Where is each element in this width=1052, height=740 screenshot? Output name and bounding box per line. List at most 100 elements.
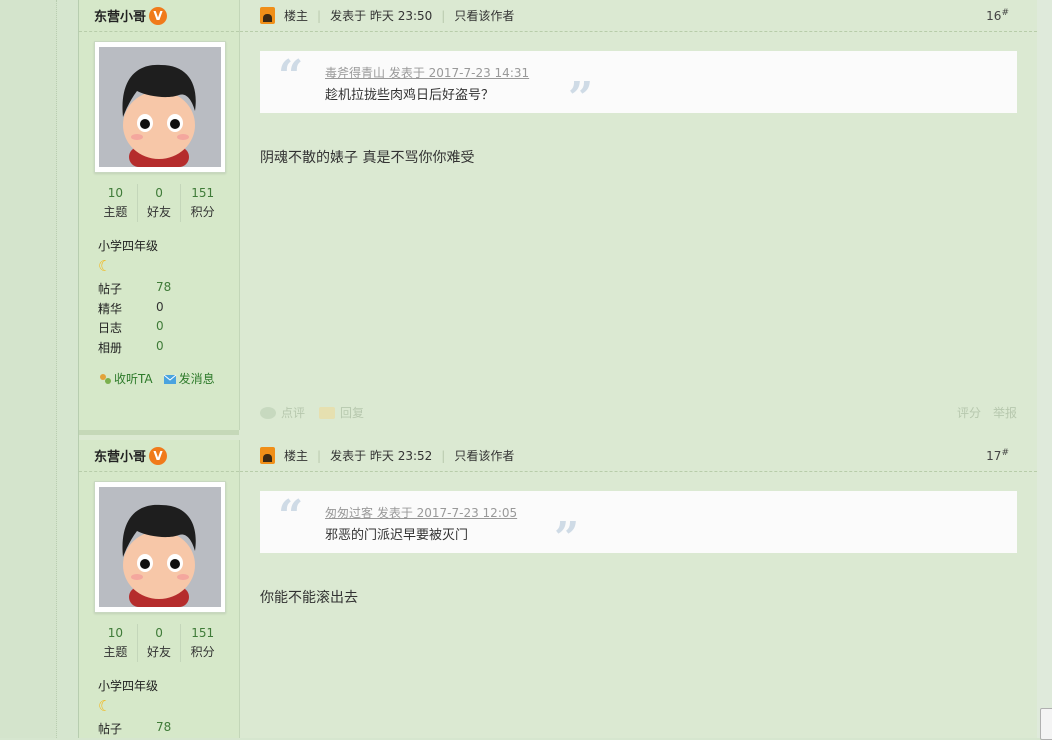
report-button[interactable]: 举报 (993, 404, 1017, 421)
user-level[interactable]: 小学四年级 (98, 237, 158, 254)
author-actions: 收听TA 发消息 (98, 370, 215, 387)
stat-threads[interactable]: 10 主题 (94, 624, 137, 662)
page-right-margin (1037, 0, 1052, 738)
count-value[interactable]: 0 (156, 319, 164, 339)
stat-friends-num: 0 (155, 626, 163, 640)
post-content: 楼主 | 发表于 昨天 23:52 | 只看该作者 17# “ 匆匆过客 发表于… (240, 440, 1037, 738)
post-body: 你能不能滚出去 (260, 590, 358, 606)
author-counts: 帖子 78 精华 0 日志 0 相册 0 (98, 280, 171, 358)
quote-block: “ 匆匆过客 发表于 2017-7-23 12:05 邪恶的门派迟早要被灭门 ” (260, 491, 1017, 561)
reply-icon (319, 406, 336, 419)
vip-icon[interactable]: V (149, 446, 168, 465)
stat-threads-label: 主题 (103, 645, 128, 659)
count-value[interactable]: 0 (156, 339, 164, 359)
stat-points-num: 151 (191, 186, 215, 200)
count-value[interactable]: 78 (156, 280, 171, 300)
floor-number[interactable]: 17# (986, 448, 1009, 463)
post-time: 发表于 昨天 23:52 (330, 449, 433, 463)
avatar[interactable] (94, 41, 226, 173)
floor-number[interactable]: 16# (986, 8, 1009, 23)
author-row: 东营小哥 V (79, 440, 239, 472)
count-label: 精华 (98, 301, 123, 316)
count-label: 相册 (98, 340, 123, 355)
author-sidebar: 东营小哥 V 10 (79, 0, 240, 430)
floor-number-value: 16 (986, 9, 1002, 23)
follow-icon (100, 373, 111, 384)
avatar-image (99, 47, 221, 167)
divider: | (441, 448, 446, 463)
rate-button[interactable]: 评分 (957, 404, 981, 421)
only-author-link[interactable]: 只看该作者 (454, 7, 514, 24)
count-row: 精华 0 (98, 300, 171, 320)
page-left-margin (0, 0, 57, 738)
quote-text: 邪恶的门派迟早要被灭门 (325, 528, 469, 543)
post-body: 阴魂不散的婊子 真是不骂你你难受 (260, 150, 475, 166)
op-label: 楼主 (284, 9, 309, 23)
count-label: 帖子 (98, 282, 123, 296)
reply-label: 回复 (340, 406, 365, 420)
post-actions: 点评 回复 评分 举报 (260, 404, 1017, 421)
user-level[interactable]: 小学四年级 (98, 677, 158, 694)
divider: | (317, 8, 322, 23)
quote-close-icon: ” (554, 513, 580, 564)
stat-points-num: 151 (191, 626, 215, 640)
scroll-to-top-button[interactable] (1040, 708, 1052, 740)
author-name[interactable]: 东营小哥 (94, 6, 146, 25)
stat-friends[interactable]: 0 好友 (136, 624, 181, 662)
moon-icon: ☾ (98, 257, 112, 275)
post-divider (79, 430, 239, 435)
quote-source-link[interactable]: 毒斧得青山 发表于 2017-7-23 14:31 (325, 64, 529, 81)
reply-button[interactable]: 回复 (319, 404, 364, 421)
stat-points-label: 积分 (190, 205, 215, 219)
count-value[interactable]: 78 (156, 720, 171, 740)
avatar[interactable] (94, 481, 226, 613)
author-sidebar: 东营小哥 V 10 (79, 440, 240, 738)
stat-threads[interactable]: 10 主题 (94, 184, 137, 222)
comment-button[interactable]: 点评 (260, 404, 305, 421)
quote-open-icon: “ (278, 491, 304, 542)
quote-block: “ 毒斧得青山 发表于 2017-7-23 14:31 趁机拉拢些肉鸡日后好盗号… (260, 51, 1017, 121)
follow-button[interactable]: 收听TA (98, 370, 153, 387)
count-row: 帖子 78 (98, 720, 171, 740)
count-row: 帖子 78 (98, 280, 171, 300)
post-header: 楼主 | 发表于 昨天 23:50 | 只看该作者 16# (240, 0, 1037, 32)
quote-source-link[interactable]: 匆匆过客 发表于 2017-7-23 12:05 (325, 504, 517, 521)
floor-number-value: 17 (986, 449, 1002, 463)
only-author-link[interactable]: 只看该作者 (454, 447, 514, 464)
post-header: 楼主 | 发表于 昨天 23:52 | 只看该作者 17# (240, 440, 1037, 472)
comment-label: 点评 (281, 406, 306, 420)
stat-threads-label: 主题 (103, 205, 128, 219)
stat-points[interactable]: 151 积分 (180, 624, 224, 662)
floor-mark: # (1001, 448, 1009, 458)
stat-threads-num: 10 (107, 626, 123, 640)
comment-icon (260, 406, 276, 419)
post-content: 楼主 | 发表于 昨天 23:50 | 只看该作者 16# “ 毒斧得青山 发表… (240, 0, 1037, 440)
quote-close-icon: ” (568, 73, 594, 124)
author-stats: 10 主题 0 好友 151 积分 (94, 624, 224, 662)
vip-icon[interactable]: V (149, 6, 168, 25)
post-17: 东营小哥 V 10 主题 0 好友 151 积分 小学四年级 ☾ 帖子 78 楼… (79, 440, 1037, 738)
stat-points-label: 积分 (190, 645, 215, 659)
floor-mark: # (1001, 8, 1009, 18)
count-value: 0 (156, 299, 164, 314)
divider: | (441, 8, 446, 23)
author-counts: 帖子 78 (98, 720, 171, 740)
op-icon (260, 447, 275, 464)
count-row: 日志 0 (98, 319, 171, 339)
author-stats: 10 主题 0 好友 151 积分 (94, 184, 224, 222)
post-16: 东营小哥 V 10 主题 0 好友 151 积分 小学四年级 ☾ 帖子 78 精… (79, 0, 1037, 440)
send-message-button[interactable]: 发消息 (163, 370, 215, 387)
count-row: 相册 0 (98, 339, 171, 359)
author-name[interactable]: 东营小哥 (94, 446, 146, 465)
follow-label: 收听TA (114, 372, 153, 386)
moon-icon: ☾ (98, 697, 112, 715)
stat-friends[interactable]: 0 好友 (136, 184, 181, 222)
op-icon (260, 7, 275, 24)
avatar-image (99, 487, 221, 607)
thread-container: 东营小哥 V 10 主题 0 好友 151 积分 小学四年级 ☾ 帖子 78 精… (78, 0, 1038, 738)
stat-friends-num: 0 (155, 186, 163, 200)
message-label: 发消息 (178, 372, 215, 386)
author-row: 东营小哥 V (79, 0, 239, 32)
stat-points[interactable]: 151 积分 (180, 184, 224, 222)
quote-text: 趁机拉拢些肉鸡日后好盗号？ (325, 88, 495, 103)
